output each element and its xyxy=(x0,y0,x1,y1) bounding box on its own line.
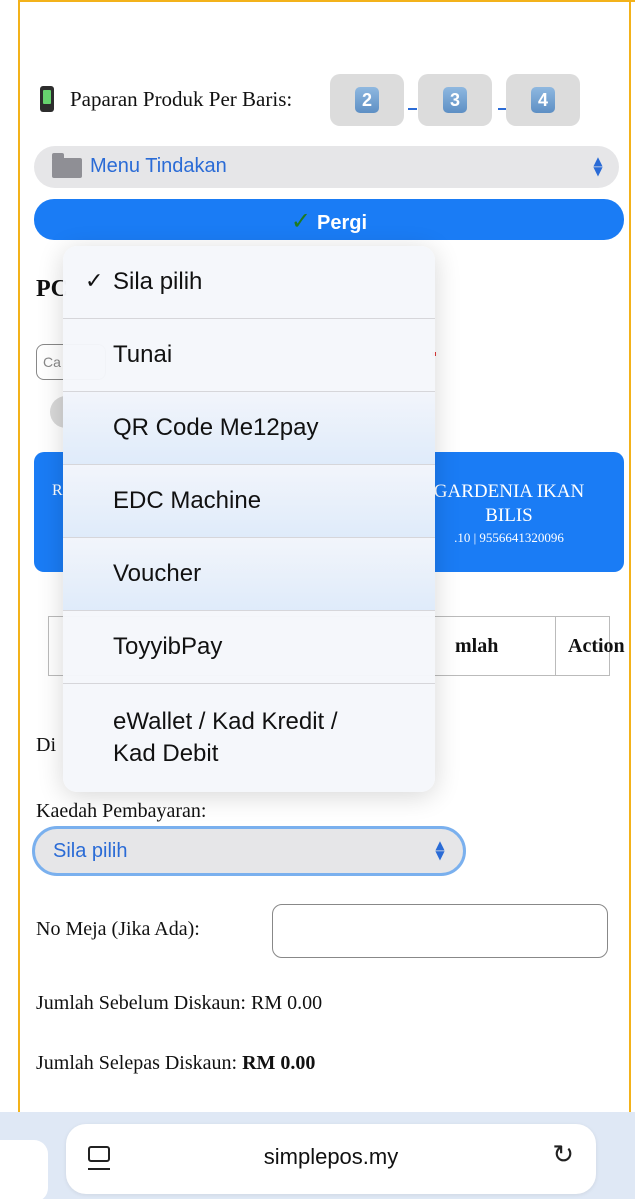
go-button[interactable]: ✓ Pergi xyxy=(34,199,624,240)
address-bar[interactable]: simplepos.my ↻ xyxy=(66,1124,596,1194)
product-name: GARDENIA IKAN BILIS xyxy=(433,481,585,526)
dropdown-option-label: Sila pilih xyxy=(113,268,203,295)
payment-method-dropdown: ✓ Sila pilih Tunai QR Code Me12pay EDC M… xyxy=(63,246,435,792)
products-per-row: Paparan Produk Per Baris: 2 3 4 xyxy=(36,74,596,126)
table-number-label: No Meja (Jika Ada): xyxy=(36,918,200,940)
folder-icon xyxy=(52,153,82,178)
dropdown-option-label: Tunai xyxy=(113,341,173,368)
product-card-left-text: R xyxy=(52,482,63,499)
previous-tab-preview[interactable] xyxy=(0,1140,48,1202)
chevron-up-down-icon: ▲ ▼ xyxy=(593,154,603,178)
dropdown-option-edc-machine[interactable]: EDC Machine xyxy=(63,465,435,538)
payment-method-label: Kaedah Pembayaran: xyxy=(36,800,207,822)
reload-icon[interactable]: ↻ xyxy=(552,1140,574,1170)
mobile-phone-icon xyxy=(40,86,54,112)
dropdown-option-label: EDC Machine xyxy=(113,487,262,514)
url-text: simplepos.my xyxy=(263,1144,399,1169)
keycap-3-icon: 3 xyxy=(443,87,467,113)
chevron-up-down-icon: ▲ ▼ xyxy=(435,838,445,862)
dropdown-option-sila-pilih[interactable]: ✓ Sila pilih xyxy=(63,246,435,319)
per-row-4-button[interactable]: 4 xyxy=(506,74,580,126)
selected-check-icon: ✓ xyxy=(85,269,104,294)
keycap-4-icon: 4 xyxy=(531,87,555,113)
action-menu-select[interactable]: Menu Tindakan ▲ ▼ xyxy=(34,146,619,188)
go-button-label: Pergi xyxy=(317,212,368,234)
products-per-row-label: Paparan Produk Per Baris: xyxy=(70,87,293,111)
go-button-content: ✓ Pergi xyxy=(34,207,624,235)
dropdown-option-ewallet[interactable]: eWallet / Kad Kredit / Kad Debit xyxy=(63,684,435,792)
checkmark-icon: ✓ xyxy=(290,207,312,235)
total-after-discount: Jumlah Selepas Diskaun: RM 0.00 xyxy=(36,1052,315,1075)
dropdown-option-voucher[interactable]: Voucher xyxy=(63,538,435,611)
total-after-discount-label: Jumlah Selepas Diskaun: xyxy=(36,1052,238,1074)
per-row-2-button[interactable]: 2 xyxy=(330,74,404,126)
dropdown-option-label-line2: Kad Debit xyxy=(113,740,219,767)
dropdown-option-label: Voucher xyxy=(113,560,202,587)
dropdown-option-label-line1: eWallet / Kad Kredit / xyxy=(113,708,338,735)
dropdown-option-label: ToyyibPay xyxy=(113,633,223,660)
frame-right-border xyxy=(629,0,631,1199)
dropdown-option-label: eWallet / Kad Kredit / Kad Debit xyxy=(113,706,338,770)
keycap-2-icon: 2 xyxy=(355,87,379,113)
total-after-discount-value: RM 0.00 xyxy=(242,1052,316,1074)
per-row-3-button[interactable]: 3 xyxy=(418,74,492,126)
dropdown-option-toyyibpay[interactable]: ToyyibPay xyxy=(63,611,435,684)
action-menu-value: Menu Tindakan xyxy=(90,155,227,177)
link-underline xyxy=(408,108,417,110)
discount-label: Di xyxy=(36,734,56,756)
dropdown-option-label: QR Code Me12pay xyxy=(113,414,319,441)
frame-top-border xyxy=(18,0,635,2)
frame-left-border xyxy=(18,0,20,1199)
table-header-action: Action xyxy=(555,617,625,675)
dropdown-option-tunai[interactable]: Tunai xyxy=(63,319,435,392)
dropdown-option-qr-code[interactable]: QR Code Me12pay xyxy=(63,392,435,465)
payment-method-select[interactable]: Sila pilih ▲ ▼ xyxy=(32,826,466,876)
payment-method-value: Sila pilih xyxy=(53,840,128,862)
total-before-discount: Jumlah Sebelum Diskaun: RM 0.00 xyxy=(36,992,323,1014)
product-price-barcode: .10 | 9556641320096 xyxy=(454,530,564,545)
table-number-input[interactable] xyxy=(272,904,608,958)
